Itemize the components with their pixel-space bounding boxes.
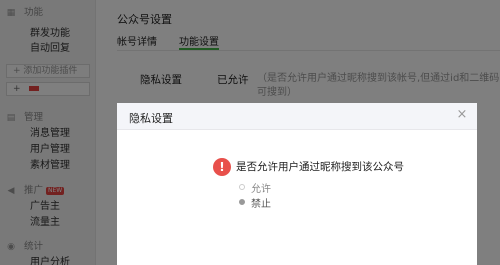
dialog-question: 是否允许用户通过昵称搜到该公众号 — [236, 161, 404, 173]
dialog-header: 隐私设置 × — [117, 103, 477, 130]
privacy-dialog: 隐私设置 × ! 是否允许用户通过昵称搜到该公众号 允许 禁止 — [117, 103, 477, 265]
option-label: 允许 — [251, 183, 271, 195]
dialog-title: 隐私设置 — [129, 112, 173, 125]
radio-unchecked-icon[interactable] — [239, 184, 245, 190]
option-label: 禁止 — [251, 198, 271, 210]
close-icon[interactable]: × — [455, 108, 469, 122]
option-deny[interactable]: 禁止 — [239, 196, 271, 210]
radio-checked-icon[interactable] — [239, 199, 245, 205]
warning-icon: ! — [213, 158, 231, 176]
option-allow[interactable]: 允许 — [239, 181, 271, 195]
